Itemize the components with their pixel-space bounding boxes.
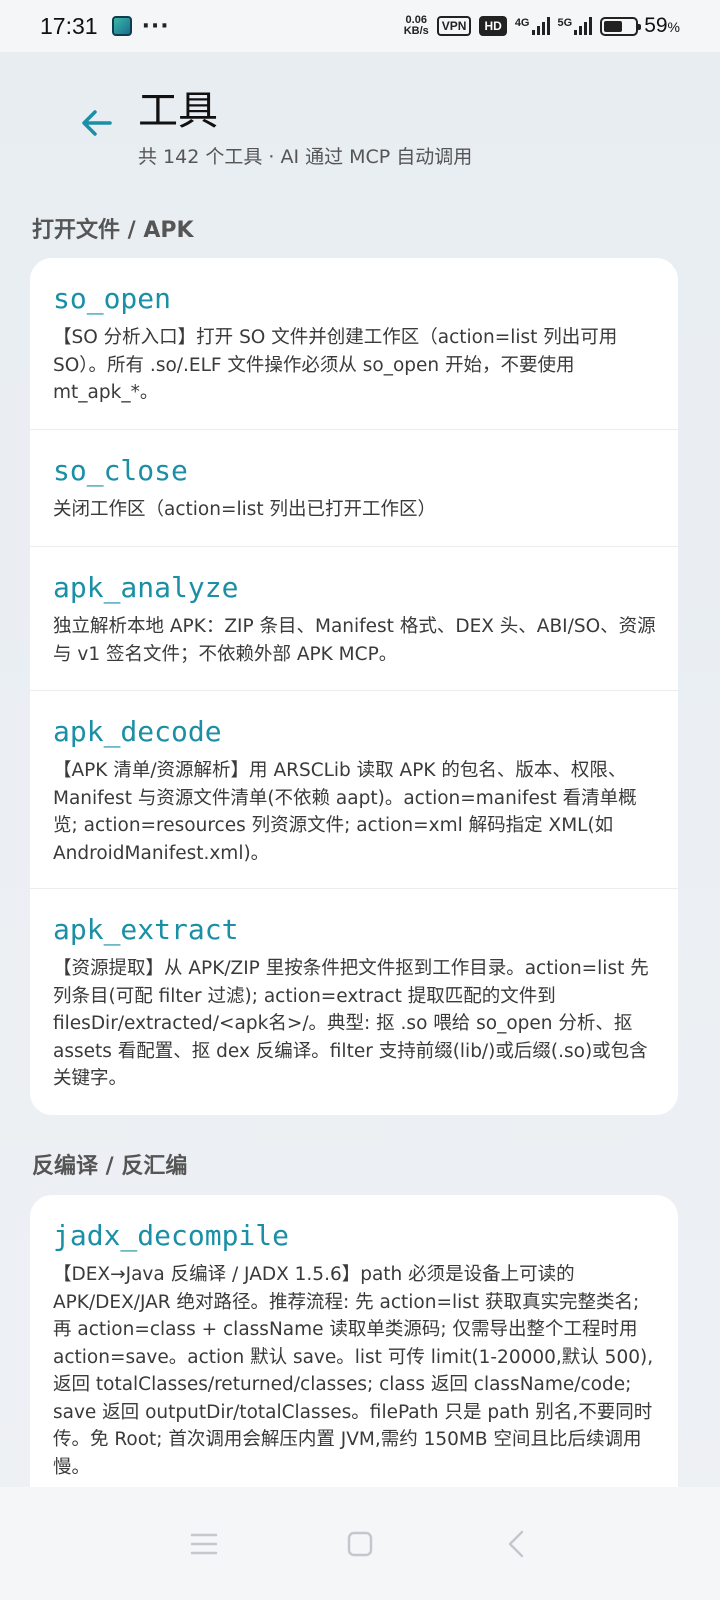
- vpn-icon: VPN: [436, 16, 472, 36]
- back-button[interactable]: [496, 1524, 536, 1564]
- menu-icon: [190, 1533, 218, 1554]
- network-speed-unit: KB/s: [403, 25, 429, 37]
- app-notification-icon: [111, 16, 132, 36]
- tool-description: 独立解析本地 APK：ZIP 条目、Manifest 格式、DEX 头、ABI/…: [53, 616, 656, 665]
- page-subtitle: 共 142 个工具 · AI 通过 MCP 自动调用: [138, 146, 473, 168]
- system-nav-bar: [0, 1487, 720, 1600]
- tool-name: jadx_decompile: [53, 1219, 290, 1252]
- tool-item-so-close[interactable]: so_close 关闭工作区（action=list 列出已打开工作区）: [30, 430, 678, 547]
- tool-item-jadx-decompile[interactable]: jadx_decompile 【DEX→Java 反编译 / JADX 1.5.…: [30, 1195, 678, 1495]
- tool-description: 【SO 分析入口】打开 SO 文件并创建工作区（action=list 列出可用…: [53, 327, 618, 403]
- back-chevron-icon: [508, 1530, 524, 1557]
- battery-percent: 59%: [644, 14, 680, 37]
- tool-card-open-file: so_open 【SO 分析入口】打开 SO 文件并创建工作区（action=l…: [30, 258, 678, 1115]
- section-label-decompile: 反编译 / 反汇编: [32, 1154, 188, 1179]
- network-speed: 0.06 KB/s: [404, 15, 429, 37]
- more-notifications-icon: ···: [141, 13, 170, 39]
- tool-name: so_open: [53, 282, 172, 315]
- tool-item-apk-extract[interactable]: apk_extract 【资源提取】从 APK/ZIP 里按条件把文件抠到工作目…: [30, 889, 678, 1115]
- section-label-open-file: 打开文件 / APK: [32, 218, 194, 243]
- tool-card-decompile: jadx_decompile 【DEX→Java 反编译 / JADX 1.5.…: [30, 1195, 678, 1495]
- recent-apps-button[interactable]: [184, 1524, 224, 1564]
- battery-indicator: 59%: [600, 14, 680, 38]
- signal-4g-icon: 4G: [515, 17, 550, 35]
- tool-name: apk_decode: [53, 715, 222, 748]
- tool-name: so_close: [53, 454, 188, 487]
- home-square-icon: [347, 1531, 373, 1556]
- battery-icon: [600, 16, 642, 36]
- signal-5g-icon: 5G: [558, 17, 593, 35]
- status-time: 17:31: [40, 12, 98, 39]
- page-title: 工具: [138, 88, 218, 134]
- tool-item-apk-analyze[interactable]: apk_analyze 独立解析本地 APK：ZIP 条目、Manifest 格…: [30, 547, 678, 691]
- signal-5g-label: 5G: [557, 17, 573, 29]
- tool-description: 【资源提取】从 APK/ZIP 里按条件把文件抠到工作目录。action=lis…: [53, 958, 649, 1089]
- tool-description: 【DEX→Java 反编译 / JADX 1.5.6】path 必须是设备上可读…: [53, 1264, 654, 1478]
- home-button[interactable]: [340, 1524, 380, 1564]
- page-header: 工具 共 142 个工具 · AI 通过 MCP 自动调用: [80, 88, 472, 169]
- tool-item-so-open[interactable]: so_open 【SO 分析入口】打开 SO 文件并创建工作区（action=l…: [30, 258, 678, 430]
- status-bar: 17:31 ··· 0.06 KB/s VPN HD 4G 5G 59%: [0, 0, 720, 52]
- signal-4g-label: 4G: [514, 17, 530, 29]
- tool-name: apk_extract: [53, 913, 239, 946]
- tool-description: 关闭工作区（action=list 列出已打开工作区）: [53, 499, 437, 520]
- tool-description: 【APK 清单/资源解析】用 ARSCLib 读取 APK 的包名、版本、权限、…: [53, 760, 637, 864]
- hd-icon: HD: [479, 16, 507, 36]
- tool-item-apk-decode[interactable]: apk_decode 【APK 清单/资源解析】用 ARSCLib 读取 APK…: [30, 691, 678, 889]
- back-arrow-icon[interactable]: [80, 106, 114, 140]
- tool-name: apk_analyze: [53, 571, 239, 604]
